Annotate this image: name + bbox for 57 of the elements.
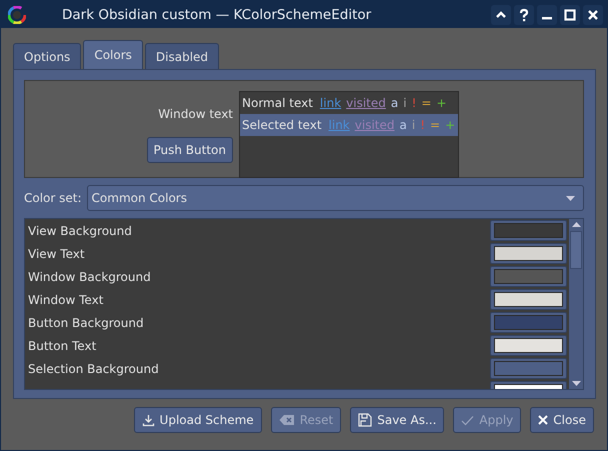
color-swatch-button[interactable] xyxy=(490,289,567,310)
tab[interactable]: Options xyxy=(13,43,82,69)
tab[interactable]: Colors xyxy=(83,40,143,69)
help-button[interactable] xyxy=(514,4,534,24)
color-swatch-button[interactable] xyxy=(490,220,567,241)
sample-text: + xyxy=(436,96,447,110)
caret-up-icon xyxy=(495,8,507,20)
minimize-button[interactable] xyxy=(537,4,557,24)
color-role-label: Window Background xyxy=(28,270,151,284)
preview-label: Window text xyxy=(158,107,233,121)
checkmark-icon xyxy=(461,414,474,426)
scroll-down-arrow-icon xyxy=(572,381,580,386)
keep-above-button[interactable] xyxy=(491,4,511,24)
color-swatch-button[interactable] xyxy=(490,335,567,356)
save-as-button[interactable]: Save As... xyxy=(350,407,444,433)
color-swatch-button[interactable] xyxy=(490,266,567,287)
scrollbar-thumb[interactable] xyxy=(570,231,582,269)
window-title: Dark Obsidian custom — KColorSchemeEditor xyxy=(62,6,372,22)
scrollbar[interactable] xyxy=(569,219,583,389)
scroll-up-arrow-icon xyxy=(572,222,580,227)
close-dialog-button[interactable]: Close xyxy=(530,407,594,433)
sample-text: + xyxy=(445,118,456,132)
sample-text: ! xyxy=(420,118,426,132)
sample-text: = xyxy=(430,118,440,132)
color-set-dropdown[interactable]: Common Colors xyxy=(86,185,584,211)
color-role-label: Button Text xyxy=(28,338,96,352)
color-set-label: Color set: xyxy=(24,191,82,205)
question-mark-icon xyxy=(518,8,530,22)
color-role-label: View Text xyxy=(28,246,85,260)
color-role-label: Button Background xyxy=(28,316,144,330)
color-role-label: View Background xyxy=(28,224,132,238)
push-button[interactable]: Push Button xyxy=(146,137,233,163)
color-role-label: Window Text xyxy=(28,292,104,306)
close-button[interactable] xyxy=(583,4,603,24)
dropdown-arrow-icon xyxy=(566,196,575,200)
sample-text: i xyxy=(403,96,407,110)
maximize-button[interactable] xyxy=(560,4,580,24)
preview-text: Selected text xyxy=(242,118,322,132)
color-swatch-button[interactable] xyxy=(490,243,567,264)
color-swatch-button[interactable] xyxy=(490,358,567,379)
download-tray-icon xyxy=(142,414,155,426)
tab[interactable]: Disabled xyxy=(144,43,220,69)
upload-button[interactable]: Upload Scheme xyxy=(134,407,262,433)
sample-text: = xyxy=(421,96,432,110)
maximize-icon xyxy=(564,8,576,20)
backspace-icon xyxy=(278,414,295,426)
color-role-label: Selection Background xyxy=(28,362,159,376)
sample-text: i xyxy=(412,118,416,132)
color-wheel-icon xyxy=(8,6,26,24)
preview-text: Normal text xyxy=(242,96,313,110)
sample-text: a xyxy=(400,118,407,132)
color-swatch-button[interactable] xyxy=(490,312,567,333)
minimize-icon xyxy=(542,16,552,20)
close-icon xyxy=(587,8,599,20)
close-icon xyxy=(538,415,548,425)
sample-text: ! xyxy=(412,96,416,110)
sample-text: a xyxy=(390,96,398,110)
